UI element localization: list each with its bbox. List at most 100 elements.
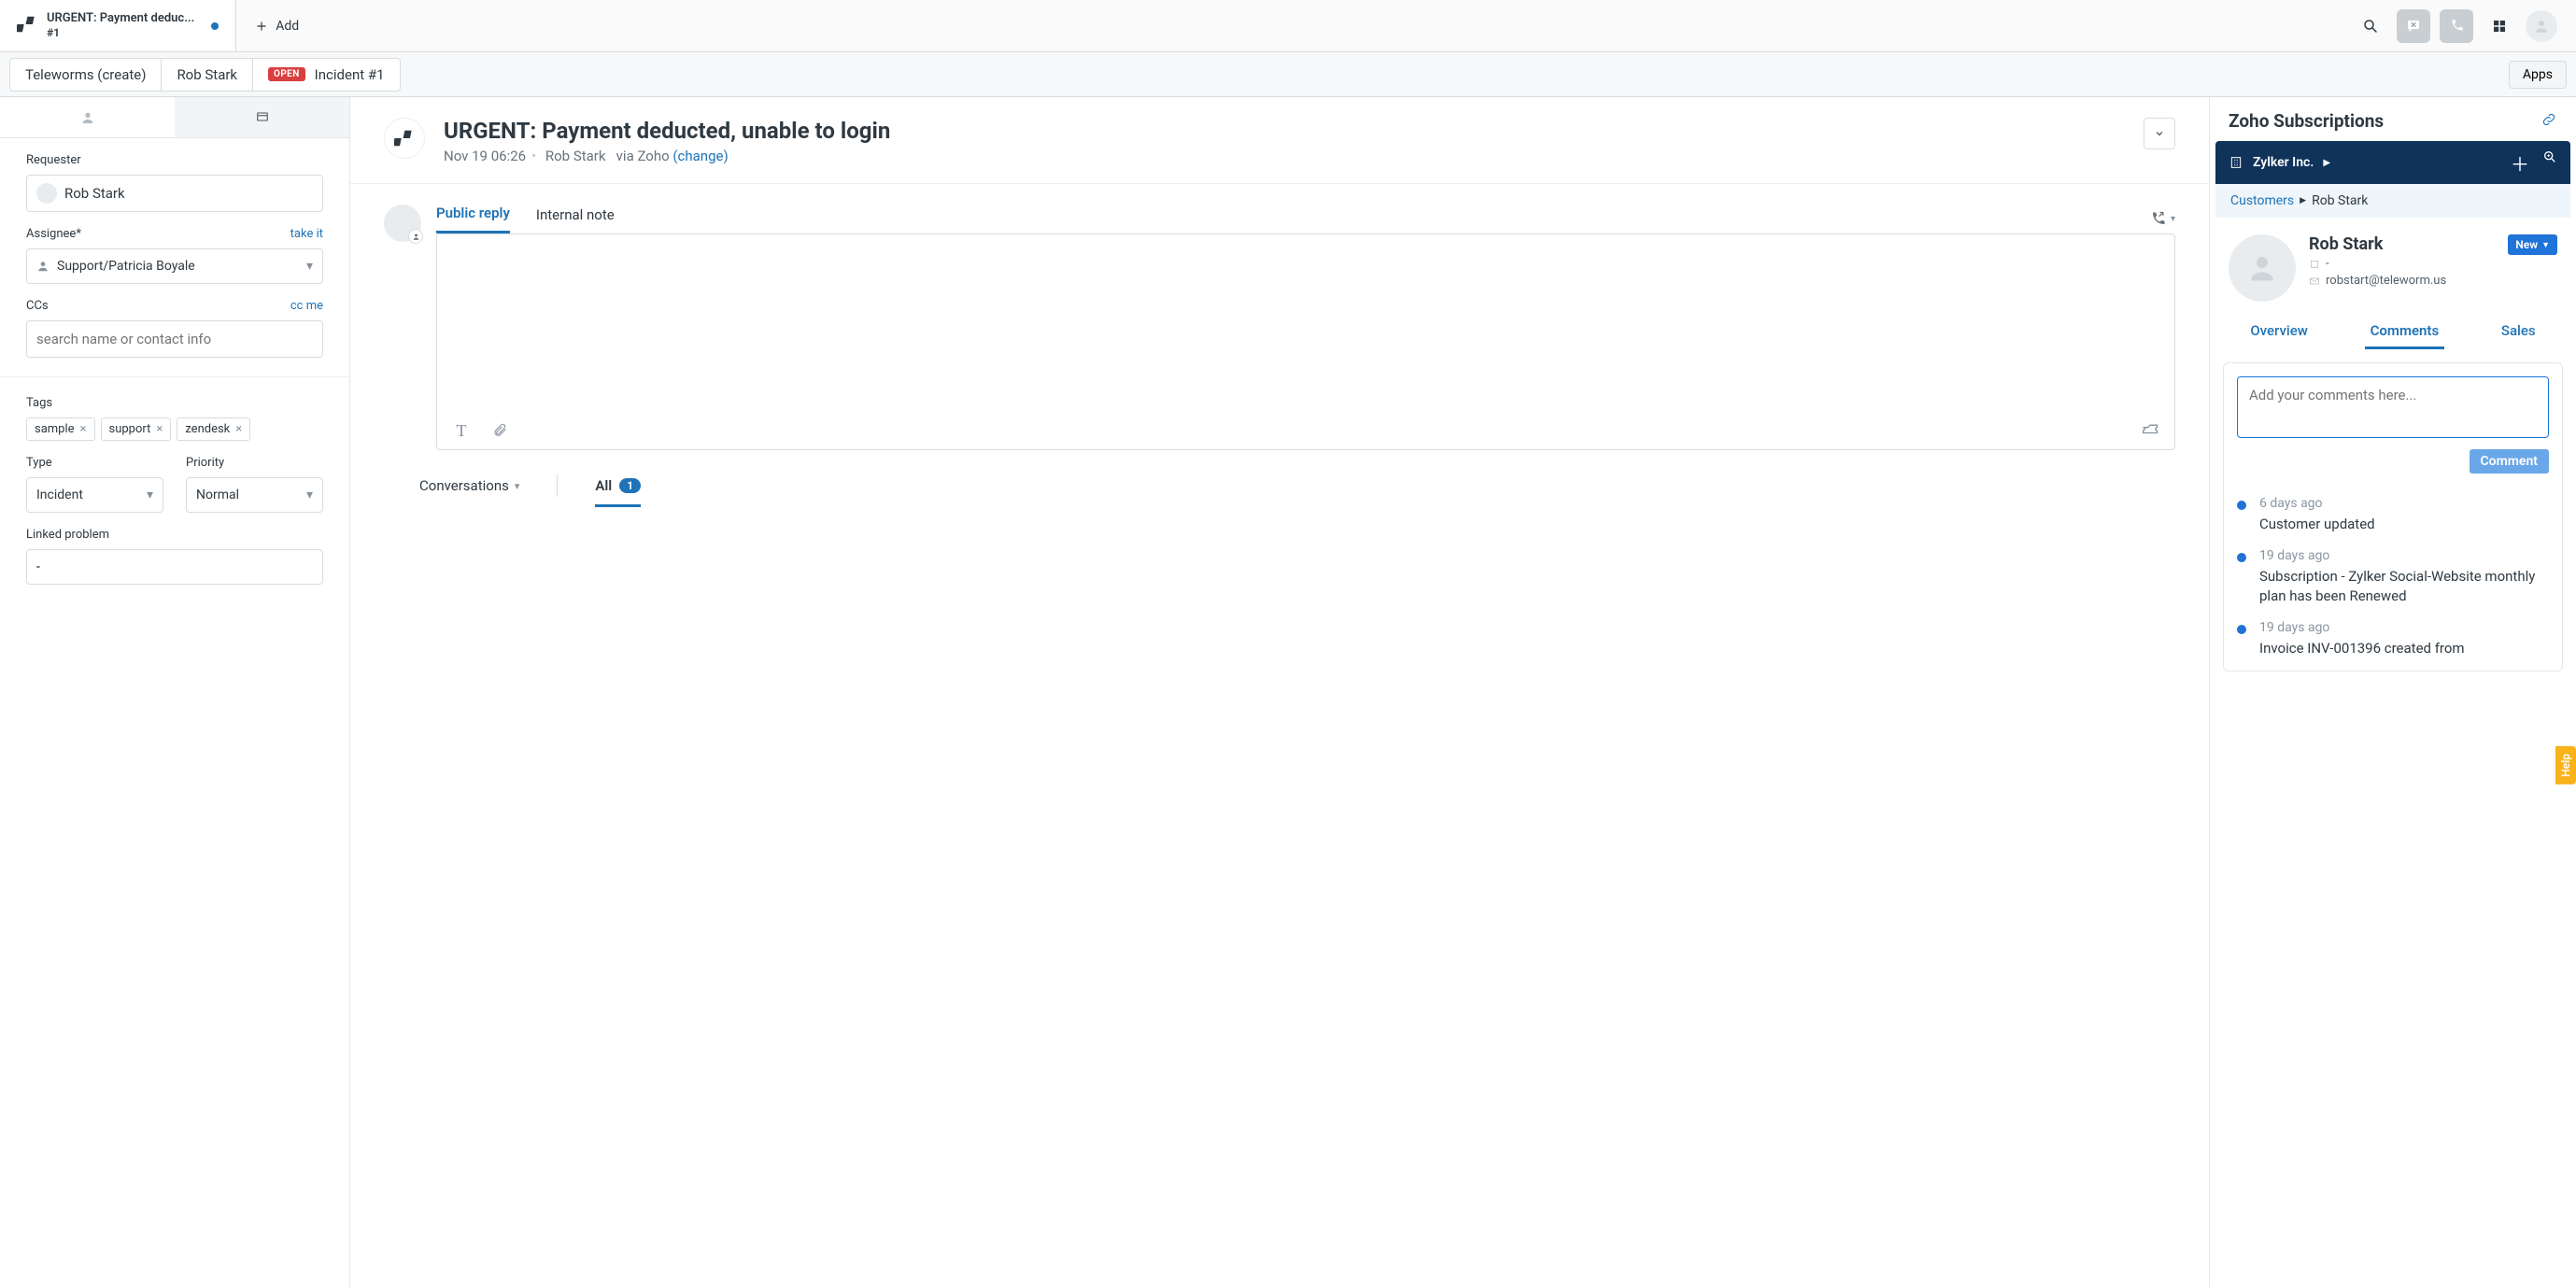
chevron-down-icon xyxy=(2154,128,2165,139)
comments-card: Comment 6 days ago Customer updated 19 d… xyxy=(2223,362,2563,672)
conversations-dropdown[interactable]: Conversations ▾ xyxy=(419,477,519,507)
tab-sales[interactable]: Sales xyxy=(2496,315,2541,349)
user-icon xyxy=(36,260,50,273)
comment-button[interactable]: Comment xyxy=(2470,449,2549,474)
conversation-filter: Conversations ▾ All 1 xyxy=(350,450,2209,510)
type-value: Incident xyxy=(36,488,83,502)
comments-timeline: 6 days ago Customer updated 19 days ago … xyxy=(2237,474,2549,665)
change-channel-link[interactable]: (change) xyxy=(672,148,728,164)
requester-field[interactable]: Rob Stark xyxy=(26,175,323,212)
new-dropdown-button[interactable]: New▼ xyxy=(2508,234,2557,255)
app-panel-title: Zoho Subscriptions xyxy=(2229,110,2384,132)
grid-icon xyxy=(2491,18,2508,35)
chat-x-icon xyxy=(2405,18,2422,35)
priority-label: Priority xyxy=(186,456,323,470)
search-org-button[interactable] xyxy=(2542,149,2557,177)
building-small-icon xyxy=(2309,259,2320,270)
breadcrumb-customers-link[interactable]: Customers xyxy=(2230,193,2294,208)
profile-avatar[interactable] xyxy=(2526,10,2557,42)
public-reply-tab[interactable]: Public reply xyxy=(436,205,510,233)
ccs-input[interactable] xyxy=(26,320,323,358)
channel-avatar xyxy=(384,118,425,159)
tab-comments[interactable]: Comments xyxy=(2365,315,2445,349)
cc-me-link[interactable]: cc me xyxy=(290,299,323,313)
breadcrumb-ticket-label: Incident #1 xyxy=(315,66,385,83)
breadcrumb-user[interactable]: Rob Stark xyxy=(161,58,253,92)
chat-status-button[interactable] xyxy=(2397,9,2430,43)
caret-down-icon: ▼ xyxy=(2541,240,2550,250)
phone-arrow-icon xyxy=(2148,210,2167,229)
phone-icon xyxy=(2448,18,2465,35)
open-app-link[interactable] xyxy=(2541,111,2557,132)
search-button[interactable] xyxy=(2354,9,2387,43)
add-tab-label: Add xyxy=(276,19,299,34)
user-icon xyxy=(2245,251,2279,285)
agent-avatar xyxy=(384,205,421,242)
help-side-tab[interactable]: Help xyxy=(2555,746,2576,785)
tag-remove-icon[interactable]: × xyxy=(235,422,242,436)
expand-ticket-button[interactable] xyxy=(2144,118,2175,149)
insert-ticket-button[interactable] xyxy=(2141,421,2159,440)
reply-editor[interactable]: T xyxy=(436,233,2175,450)
tag-chip[interactable]: sample× xyxy=(26,417,95,441)
search-zoom-icon xyxy=(2542,149,2557,164)
breadcrumb-ticket[interactable]: OPEN Incident #1 xyxy=(252,58,400,92)
tab-subtitle: #1 xyxy=(47,26,194,39)
channel-logo-icon xyxy=(394,128,415,148)
status-badge: OPEN xyxy=(268,67,305,81)
call-status-button[interactable] xyxy=(2440,9,2473,43)
tags-label: Tags xyxy=(26,396,323,410)
assignee-label: Assignee* xyxy=(26,227,81,241)
breadcrumb-org[interactable]: Teleworms (create) xyxy=(9,58,162,92)
type-select[interactable]: Incident ▾ xyxy=(26,477,163,513)
timeline-dot-icon xyxy=(2237,553,2246,562)
properties-tab-user[interactable] xyxy=(0,97,175,137)
take-it-link[interactable]: take it xyxy=(290,227,323,241)
ticket-logo-icon xyxy=(17,14,37,38)
apps-grid-button[interactable] xyxy=(2483,9,2516,43)
tab-overview[interactable]: Overview xyxy=(2244,315,2314,349)
add-tab-button[interactable]: Add xyxy=(236,0,318,51)
chevron-down-icon: ▾ xyxy=(147,488,153,502)
chevron-down-icon: ▾ xyxy=(306,259,313,274)
avatar-icon xyxy=(36,183,57,204)
assignee-select[interactable]: Support/Patricia Boyale ▾ xyxy=(26,248,323,284)
timeline-item: 6 days ago Customer updated xyxy=(2237,488,2549,541)
add-org-button[interactable]: ＋ xyxy=(2511,149,2529,177)
conversations-all-tab[interactable]: All 1 xyxy=(595,477,641,507)
comment-input[interactable] xyxy=(2237,376,2549,438)
priority-select[interactable]: Normal ▾ xyxy=(186,477,323,513)
requester-label: Requester xyxy=(26,153,323,167)
workspace-tab[interactable]: URGENT: Payment deduc... #1 xyxy=(0,0,236,51)
attach-file-button[interactable] xyxy=(491,421,510,440)
tag-remove-icon[interactable]: × xyxy=(80,422,87,436)
ticket-meta: Nov 19 06:26• Rob Stark via Zoho (change… xyxy=(444,148,890,164)
tag-remove-icon[interactable]: × xyxy=(156,422,163,436)
search-icon xyxy=(2362,18,2379,35)
reply-channel-picker[interactable]: ▾ xyxy=(2148,210,2175,229)
type-label: Type xyxy=(26,456,163,470)
chevron-down-icon: ▾ xyxy=(2171,214,2175,224)
linked-problem-input[interactable] xyxy=(26,549,323,585)
ticket-properties-panel: Requester Rob Stark Assignee* take it Su… xyxy=(0,97,350,1287)
format-text-button[interactable]: T xyxy=(452,421,471,440)
top-tab-bar: URGENT: Payment deduc... #1 Add xyxy=(0,0,2576,52)
timeline-item: 19 days ago Invoice INV-001396 created f… xyxy=(2237,613,2549,665)
linked-problem-label: Linked problem xyxy=(26,528,323,542)
tag-chip[interactable]: support× xyxy=(101,417,172,441)
ticket-header: URGENT: Payment deducted, unable to logi… xyxy=(350,97,2209,184)
ccs-label: CCs xyxy=(26,299,49,313)
properties-tab-ticket[interactable] xyxy=(175,97,349,137)
customer-email: robstart@teleworm.us xyxy=(2326,274,2446,288)
customer-avatar xyxy=(2229,234,2296,302)
link-icon xyxy=(2541,111,2557,128)
requester-value: Rob Stark xyxy=(64,185,125,202)
apps-button[interactable]: Apps xyxy=(2509,61,2567,89)
building-icon xyxy=(2229,155,2243,170)
internal-note-tab[interactable]: Internal note xyxy=(536,206,615,233)
tag-chip[interactable]: zendesk× xyxy=(177,417,250,441)
org-header-bar[interactable]: Zylker Inc. ▶ ＋ xyxy=(2215,141,2570,184)
text-format-icon: T xyxy=(457,421,467,441)
chevron-down-icon: ▾ xyxy=(515,480,520,492)
user-icon xyxy=(2533,18,2550,35)
